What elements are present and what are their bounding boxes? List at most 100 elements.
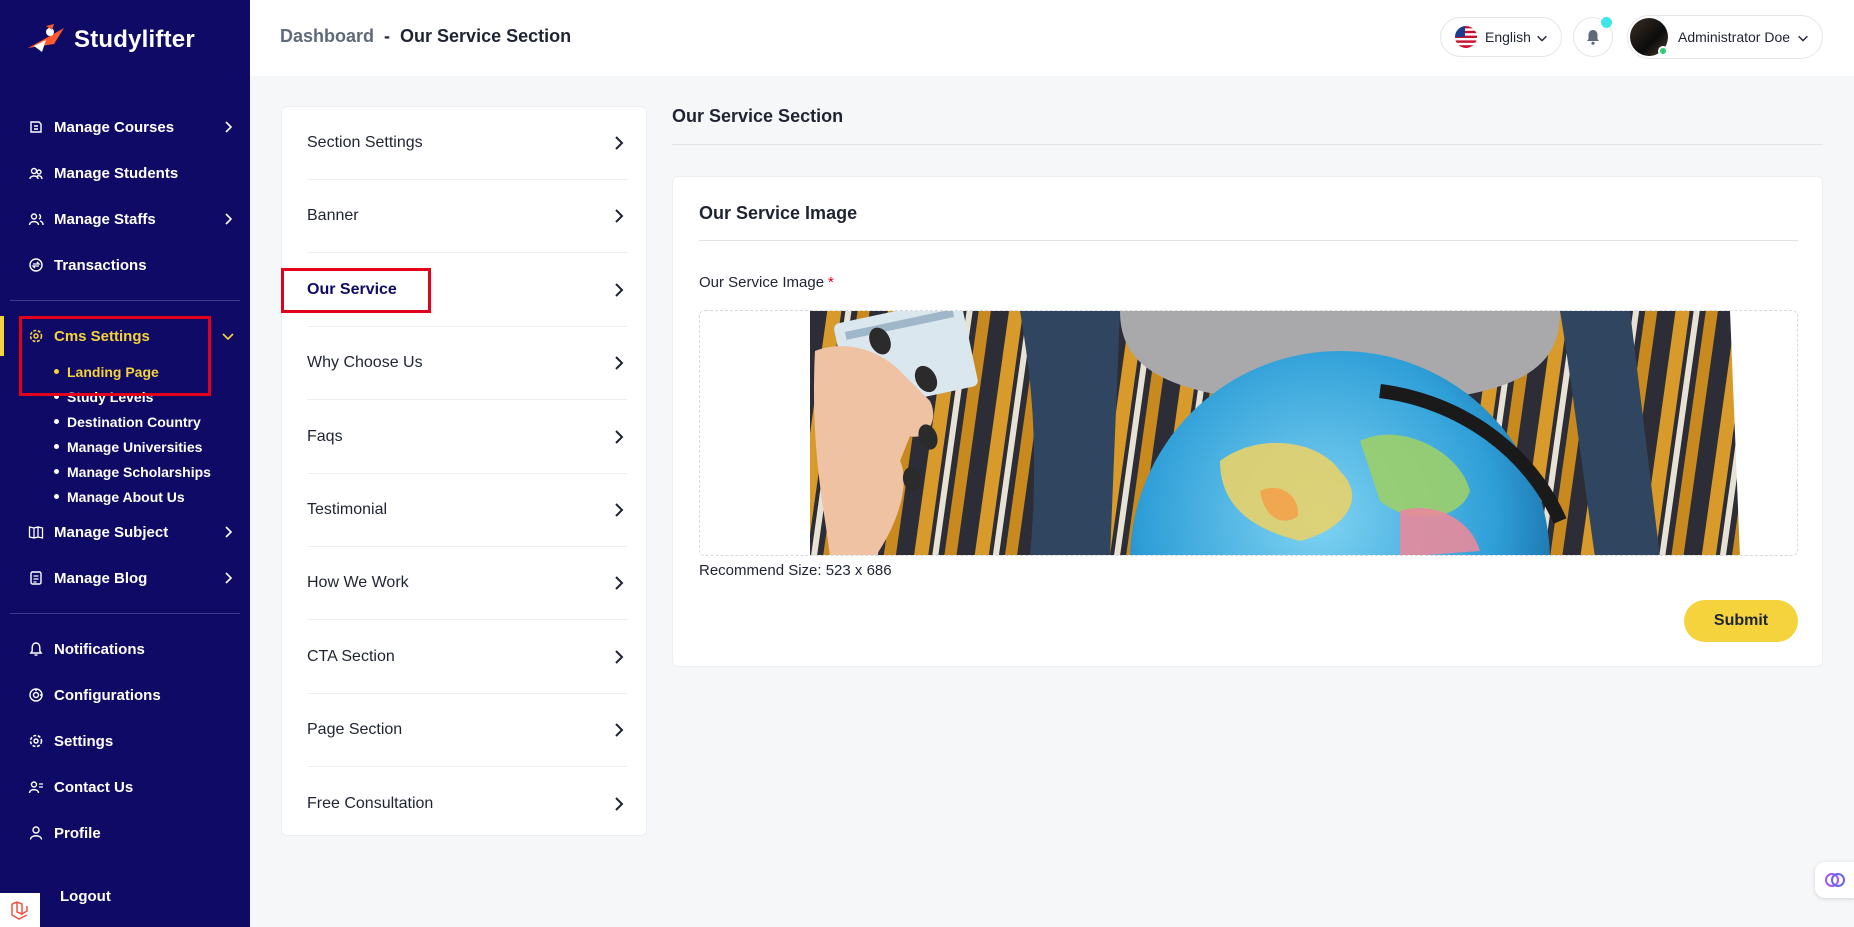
sidebar-item-contact-us[interactable]: Contact Us	[0, 764, 250, 810]
section-menu-item-banner[interactable]: Banner	[307, 180, 627, 254]
contact-icon	[28, 779, 44, 795]
chevron-right-icon	[225, 213, 233, 225]
sidebar-item-profile[interactable]: Profile	[0, 810, 250, 856]
section-menu-label: Faqs	[307, 427, 343, 445]
sidebar-item-notifications[interactable]: Notifications	[0, 626, 250, 672]
section-menu-label: CTA Section	[307, 647, 395, 665]
online-status-dot	[1658, 46, 1668, 56]
sidebar-subitem-manage-scholarships[interactable]: Manage Scholarships	[54, 459, 250, 484]
chevron-down-icon	[222, 333, 234, 341]
recommend-size-text: Recommend Size: 523 x 686	[699, 562, 892, 579]
sidebar-item-label: Manage Staffs	[54, 210, 156, 228]
chevron-right-icon	[615, 503, 624, 517]
chevron-right-icon	[615, 576, 624, 591]
highlight-box-cms	[19, 316, 211, 396]
divider	[10, 613, 240, 614]
section-menu-item-why-choose-us[interactable]: Why Choose Us	[307, 327, 627, 401]
sidebar-nav: Manage Courses Manage Students Manage Staf…	[0, 104, 250, 856]
sidebar-item-configurations[interactable]: Configurations	[0, 672, 250, 718]
logout-button[interactable]: Logout	[60, 888, 111, 905]
field-label: Our Service Image *	[699, 274, 834, 291]
section-menu: Section Settings Banner Our Service Why Cho…	[281, 106, 647, 836]
brain-icon	[1825, 873, 1845, 887]
chevron-down-icon	[1537, 35, 1547, 42]
chevron-right-icon	[615, 650, 624, 664]
divider	[10, 300, 240, 301]
sidebar-item-label: Manage Students	[54, 164, 179, 182]
section-menu-item-page-section[interactable]: Page Section	[307, 694, 627, 768]
section-menu-item-section-settings[interactable]: Section Settings	[307, 107, 627, 180]
breadcrumb: Dashboard - Our Service Section	[280, 26, 571, 47]
section-menu-label: Page Section	[307, 721, 403, 739]
section-menu-item-testimonial[interactable]: Testimonial	[307, 474, 627, 547]
divider	[672, 144, 1823, 145]
language-selector[interactable]: English	[1440, 17, 1562, 57]
card-title: Our Service Image	[699, 203, 858, 223]
breadcrumb-root[interactable]: Dashboard	[280, 26, 374, 47]
assistant-widget-button[interactable]	[1815, 862, 1854, 898]
section-menu-item-faqs[interactable]: Faqs	[307, 401, 627, 474]
divider	[699, 240, 1798, 241]
section-menu-item-cta-section[interactable]: CTA Section	[307, 621, 627, 694]
settings-gear-icon	[28, 733, 44, 749]
sidebar-item-label: Manage Blog	[54, 569, 148, 587]
brand[interactable]: Studylifter	[24, 22, 195, 58]
sidebar-item-label: Transactions	[54, 256, 147, 274]
section-menu-label: Section Settings	[307, 134, 423, 151]
transactions-icon	[28, 257, 44, 273]
notification-icon	[28, 641, 44, 657]
breadcrumb-separator: -	[384, 26, 391, 46]
profile-icon	[28, 825, 44, 841]
sidebar-item-transactions[interactable]: Transactions	[0, 242, 250, 288]
notification-dot	[1601, 17, 1612, 28]
sidebar-item-label: Notifications	[54, 640, 145, 658]
service-image-card: Our Service Image Our Service Image * Re…	[672, 176, 1823, 667]
brand-logo-icon	[28, 24, 64, 52]
sidebar-item-label: Settings	[54, 732, 114, 750]
sidebar-item-label: Contact Us	[54, 778, 134, 796]
section-menu-item-free-consultation[interactable]: Free Consultation	[307, 768, 627, 841]
blog-icon	[28, 570, 44, 586]
sidebar-item-label: Manage Subject	[54, 523, 169, 541]
sidebar-item-settings[interactable]: Settings	[0, 718, 250, 764]
sidebar-item-label: Profile	[54, 824, 101, 842]
chevron-right-icon	[615, 356, 624, 370]
highlight-box-our-service	[281, 268, 431, 313]
section-menu-label: Free Consultation	[307, 795, 434, 813]
sidebar-item-label: Configurations	[54, 686, 161, 704]
user-name: Administrator Doe	[1678, 29, 1791, 45]
field-label-text: Our Service Image	[699, 274, 825, 291]
brand-name: Studylifter	[74, 26, 195, 53]
sidebar-item-manage-students[interactable]: Manage Students	[0, 150, 250, 196]
section-menu-label: Testimonial	[307, 501, 388, 518]
chevron-right-icon	[615, 723, 624, 737]
sidebar-item-manage-blog[interactable]: Manage Blog	[0, 555, 250, 601]
bell-icon	[1587, 30, 1599, 45]
subject-icon	[28, 524, 44, 540]
section-menu-label: Banner	[307, 207, 359, 225]
active-indicator	[0, 316, 4, 356]
section-menu-item-how-we-work[interactable]: How We Work	[307, 547, 627, 621]
service-image-preview	[700, 311, 1797, 555]
section-menu-label: Why Choose Us	[307, 354, 423, 372]
section-menu-label: How We Work	[307, 574, 409, 592]
sidebar-subitem-destination-country[interactable]: Destination Country	[54, 409, 250, 434]
image-upload-dropzone[interactable]	[699, 310, 1798, 556]
courses-icon	[28, 119, 44, 135]
chevron-right-icon	[615, 796, 624, 811]
chevron-right-icon	[225, 121, 233, 133]
sidebar-item-manage-subject[interactable]: Manage Subject	[0, 509, 250, 555]
submit-button[interactable]: Submit	[1684, 600, 1798, 642]
required-mark: *	[828, 274, 834, 291]
students-icon	[28, 165, 44, 181]
sidebar-item-manage-courses[interactable]: Manage Courses	[0, 104, 250, 150]
sidebar-subitem-manage-universities[interactable]: Manage Universities	[54, 434, 250, 459]
configuration-icon	[28, 687, 44, 703]
sidebar-item-manage-staffs[interactable]: Manage Staffs	[0, 196, 250, 242]
chevron-right-icon	[225, 526, 233, 538]
laravel-icon[interactable]	[0, 893, 40, 927]
user-menu[interactable]: Administrator Doe	[1627, 15, 1823, 59]
sidebar-subitem-manage-about-us[interactable]: Manage About Us	[54, 484, 250, 509]
avatar	[1630, 18, 1668, 56]
sidebar-item-label: Manage Courses	[54, 118, 175, 136]
